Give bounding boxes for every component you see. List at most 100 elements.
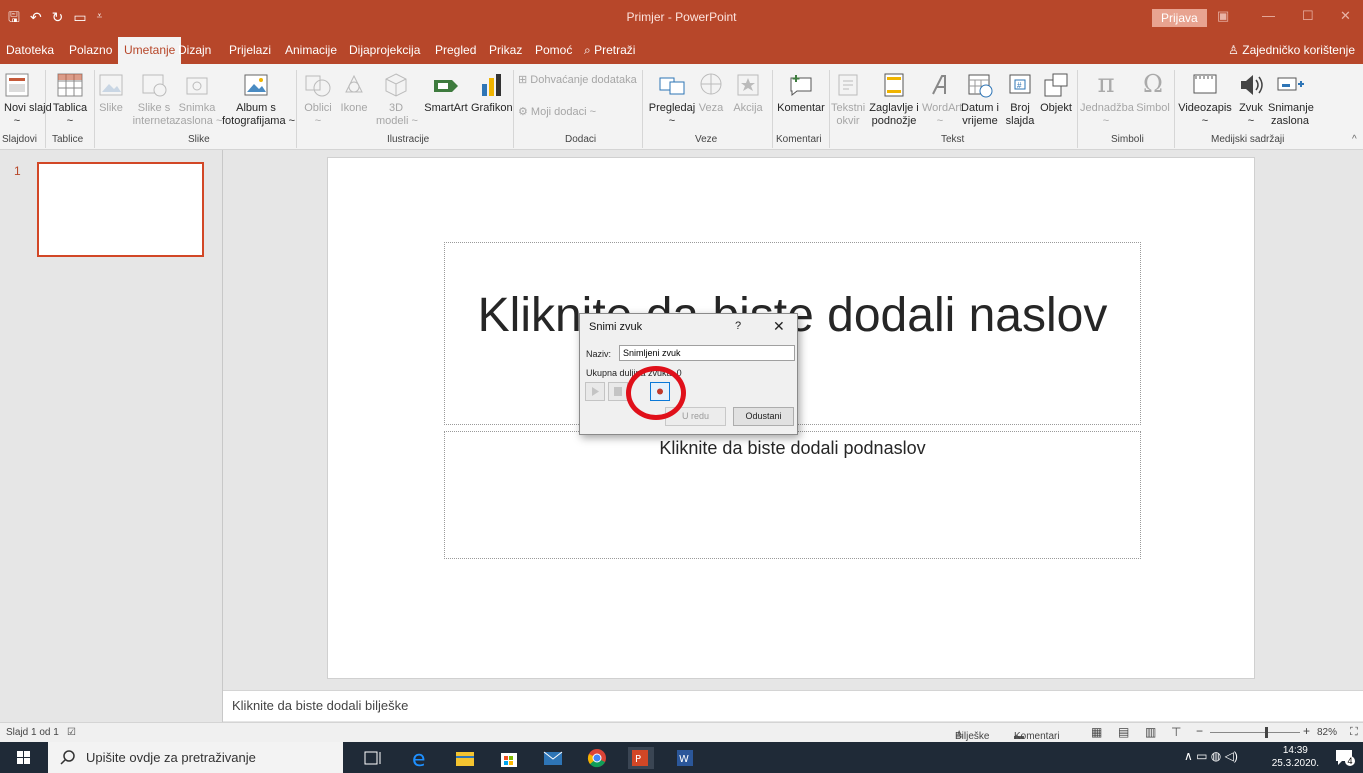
file-explorer-icon[interactable] [454, 747, 476, 769]
my-addins-button[interactable]: ⚙ Moji dodaci ~ [518, 106, 596, 119]
slideshow-view-icon[interactable]: ⊤ [1171, 725, 1181, 739]
powerpoint-taskbar-icon[interactable]: P [628, 747, 654, 769]
tab-help[interactable]: Pomoć [535, 43, 572, 57]
smartart-button[interactable]: SmartArt [421, 72, 471, 115]
close-icon[interactable]: ✕ [1340, 8, 1351, 24]
pane-divider[interactable] [222, 150, 223, 722]
windows-logo-icon [17, 751, 30, 764]
task-view-icon[interactable] [362, 747, 384, 769]
pictures-button[interactable]: Slike [98, 72, 124, 115]
slide-thumbnail[interactable] [37, 162, 204, 257]
audio-button[interactable]: Zvuk ~ [1236, 72, 1266, 128]
tab-insert[interactable]: Umetanje [118, 37, 182, 64]
shapes-button[interactable]: Oblici ~ [300, 72, 336, 128]
link-button[interactable]: Veza [696, 72, 726, 115]
text-box-button[interactable]: Tekstni okvir [831, 72, 865, 128]
tab-slideshow[interactable]: Dijaprojekcija [349, 43, 420, 57]
ribbon-options-icon[interactable]: ▣ [1217, 8, 1229, 24]
zoom-level[interactable]: 82% [1317, 727, 1337, 738]
action-button[interactable]: Akcija [732, 72, 764, 115]
slide-number-button[interactable]: # Broj slajda [1004, 72, 1036, 128]
screenshot-button[interactable]: Snimka zaslona ~ [175, 72, 223, 128]
zoom-slider-thumb[interactable] [1265, 727, 1268, 738]
signin-button[interactable]: Prijava [1152, 9, 1207, 27]
spelling-icon[interactable]: ☑ [67, 727, 76, 738]
minimize-icon[interactable]: — [1262, 8, 1275, 23]
normal-view-icon[interactable]: ▦ [1091, 725, 1102, 739]
reading-view-icon[interactable]: ▥ [1145, 725, 1156, 739]
tab-transitions[interactable]: Prijelazi [229, 43, 271, 57]
table-button[interactable]: Tablica ~ [52, 72, 88, 128]
object-button[interactable]: Objekt [1038, 72, 1074, 115]
system-clock[interactable]: 14:39 25.3.2020. [1272, 744, 1319, 770]
tab-view[interactable]: Prikaz [489, 43, 522, 57]
help-button[interactable]: ? [735, 320, 741, 332]
group-label-addins: Dodaci [565, 134, 597, 145]
cancel-button[interactable]: Odustani [733, 407, 794, 426]
get-addins-button[interactable]: ⊞ Dohvaćanje dodataka [518, 74, 637, 87]
separator [772, 70, 773, 148]
chrome-icon[interactable] [586, 747, 608, 769]
comment-button[interactable]: Komentar [776, 72, 826, 115]
new-slide-button[interactable]: Novi slajd ~ [4, 72, 52, 128]
zoom-slider-track[interactable] [1210, 732, 1300, 733]
3d-models-button[interactable]: 3D modeli ~ [376, 72, 418, 128]
tab-design[interactable]: Dizajn [178, 43, 211, 57]
audio-icon [1241, 75, 1263, 95]
object-label: Objekt [1040, 102, 1072, 114]
equation-button[interactable]: π Jednadžba ~ [1080, 70, 1134, 128]
action-center-icon[interactable]: 4 [1334, 748, 1355, 766]
play-button[interactable] [585, 382, 605, 401]
date-time-button[interactable]: Datum i vrijeme [959, 72, 1001, 128]
mail-icon[interactable] [542, 747, 564, 769]
equation-sub: ~ [1102, 115, 1110, 127]
store-icon[interactable] [498, 747, 520, 769]
wordart-button[interactable]: WordArt ~ [922, 72, 962, 128]
chart-button[interactable]: Grafikon [471, 72, 513, 115]
ribbon-tabs: Datoteka Polazno Umetanje Dizajn Prijela… [0, 36, 1363, 64]
header-footer-button[interactable]: Zaglavlje i podnožje [866, 72, 922, 128]
header-footer-icon [884, 73, 904, 97]
link-icon [700, 73, 722, 95]
video-button[interactable]: Videozapis ~ [1178, 72, 1232, 128]
stop-button[interactable] [608, 382, 628, 401]
subtitle-placeholder[interactable]: Kliknite da biste dodali podnaslov [444, 431, 1141, 559]
equation-label: Jednadžba [1080, 102, 1134, 114]
zoom-in-icon[interactable]: + [1303, 724, 1310, 738]
start-button[interactable] [0, 742, 48, 773]
zoom-button[interactable]: Pregledaj ~ [648, 72, 696, 128]
tab-search[interactable]: ⌕ Pretraži [584, 43, 635, 58]
share-button[interactable]: ♙ Zajedničko korištenje [1228, 43, 1355, 57]
new-slide-sub: ~ [13, 115, 21, 127]
tray-icons[interactable]: ∧ ▭ ◍ ◁) [1184, 749, 1238, 763]
3d-models-icon [385, 73, 407, 97]
tab-file[interactable]: Datoteka [6, 43, 54, 57]
symbol-button[interactable]: Ω Simbol [1134, 70, 1172, 115]
word-taskbar-icon[interactable]: W [674, 747, 696, 769]
slide-info: Slajd 1 od 1 [6, 727, 59, 738]
taskbar-search[interactable]: Upišite ovdje za pretraživanje [48, 742, 343, 773]
slide-number-sub: slajda [1005, 115, 1035, 127]
fit-to-window-icon[interactable]: ⛶ [1350, 726, 1358, 739]
notes-pane[interactable]: Kliknite da biste dodali bilješke [223, 690, 1363, 721]
maximize-icon[interactable]: ☐ [1302, 8, 1314, 24]
dialog-close-button[interactable]: ✕ [773, 318, 785, 335]
edge-icon[interactable]: e [410, 747, 432, 772]
screen-recording-button[interactable]: Snimanje zaslona [1268, 72, 1314, 128]
clock-time: 14:39 [1282, 745, 1308, 756]
zoom-out-icon[interactable]: − [1196, 724, 1203, 738]
tab-home[interactable]: Polazno [69, 43, 112, 57]
action-label: Akcija [733, 102, 763, 114]
tab-review[interactable]: Pregled [435, 43, 476, 57]
collapse-ribbon-icon[interactable]: ^ [1352, 134, 1357, 145]
icons-button[interactable]: Ikone [338, 72, 370, 115]
screenshot-sub: zaslona ~ [175, 115, 223, 127]
tab-animations[interactable]: Animacije [285, 43, 337, 57]
online-pictures-button[interactable]: Slike s interneta [132, 72, 176, 128]
date-time-sub: vrijeme [962, 115, 998, 127]
name-input[interactable] [619, 345, 795, 361]
photo-album-button[interactable]: Album s fotografijama ~ [222, 72, 295, 128]
search-icon [60, 750, 75, 765]
audio-sub: ~ [1247, 115, 1255, 127]
slide-sorter-icon[interactable]: ▤ [1118, 725, 1129, 739]
